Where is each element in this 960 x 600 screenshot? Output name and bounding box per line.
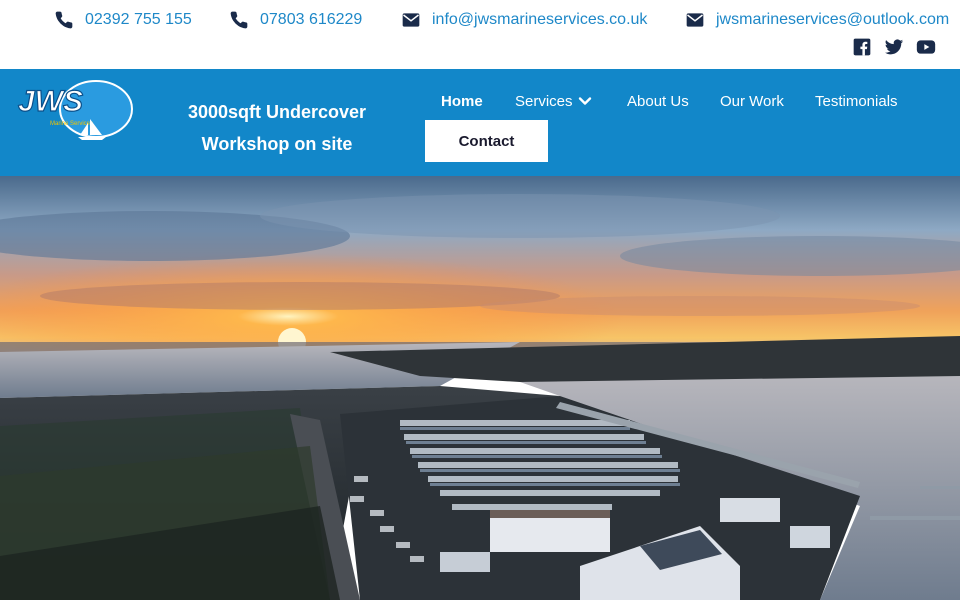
nav-our-work[interactable]: Our Work [720, 89, 784, 113]
envelope-icon [400, 10, 422, 30]
phone-link-2[interactable]: 07803 616229 [228, 8, 362, 32]
nav-home[interactable]: Home [441, 89, 483, 113]
youtube-icon[interactable] [916, 37, 936, 57]
nav-about-us[interactable]: About Us [627, 89, 689, 113]
marina-sunset-aerial-image [0, 176, 960, 600]
social-links [852, 37, 936, 57]
facebook-icon[interactable] [852, 37, 872, 57]
nav-testimonials[interactable]: Testimonials [815, 89, 898, 113]
twitter-icon[interactable] [884, 37, 904, 57]
email-link-1[interactable]: info@jwsmarineservices.co.uk [400, 8, 647, 32]
email-link-2[interactable]: jwsmarineservices@outlook.com [684, 8, 949, 32]
email-address-1: info@jwsmarineservices.co.uk [432, 11, 648, 28]
top-contact-bar: 02392 755 155 07803 616229 info@jwsmarin… [0, 0, 960, 69]
email-address-2: jwsmarineservices@outlook.com [716, 11, 950, 28]
workshop-tagline: 3000sqft Undercover Workshop on site [187, 102, 367, 154]
main-navbar: JWS Marine Services 3000sqft Undercover … [0, 69, 960, 176]
nav-services-label: Services [515, 92, 573, 110]
chevron-down-icon [578, 94, 592, 108]
nav-services[interactable]: Services [515, 89, 592, 113]
contact-button[interactable]: Contact [425, 120, 548, 162]
hero-image [0, 176, 960, 600]
phone-icon [228, 10, 250, 30]
svg-text:JWS: JWS [18, 85, 83, 118]
jws-logo[interactable]: JWS Marine Services [14, 79, 136, 141]
phone-icon [53, 10, 75, 30]
envelope-icon [684, 10, 706, 30]
phone-number-2: 07803 616229 [260, 11, 363, 28]
phone-number-1: 02392 755 155 [85, 11, 192, 28]
phone-link-1[interactable]: 02392 755 155 [53, 8, 192, 32]
